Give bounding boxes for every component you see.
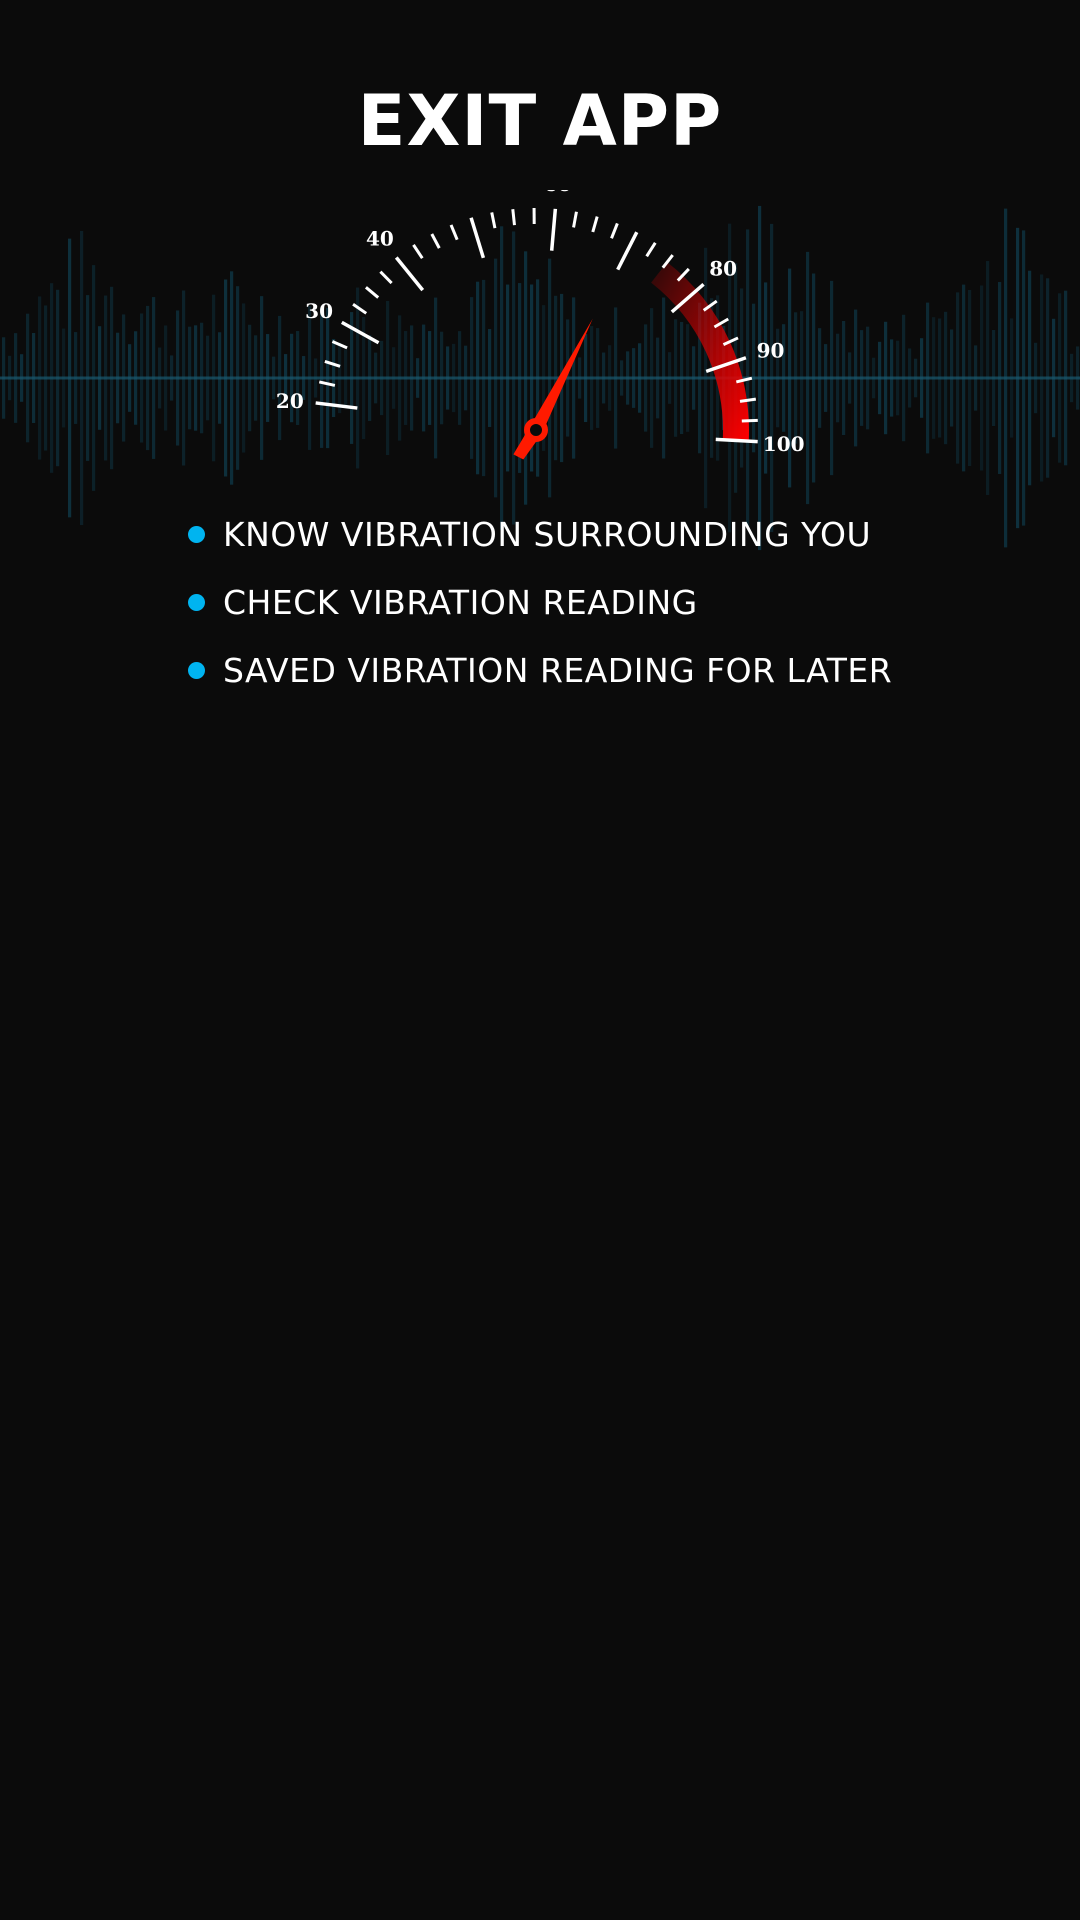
gauge-major-tick [549, 208, 558, 251]
gauge-minor-tick [741, 418, 758, 423]
gauge-major-tick [715, 437, 758, 444]
gauge-tick-label: 20 [276, 389, 304, 413]
gauge-minor-tick [430, 233, 441, 249]
gauge-minor-tick [572, 211, 578, 228]
gauge-needle [513, 318, 593, 460]
gauge-tick-label: 30 [305, 299, 333, 323]
gauge-needle-shape [513, 318, 593, 460]
gauge-tick-label: 40 [366, 226, 394, 250]
feature-text: CHECK VIBRATION READING [223, 582, 698, 622]
gauge-major-tick [616, 231, 639, 271]
feature-item: SAVED VIBRATION READING FOR LATER [188, 636, 892, 704]
gauge-minor-tick [511, 209, 516, 226]
gauge-tick-label: 90 [757, 338, 785, 362]
bullet-dot-icon [188, 661, 205, 679]
gauge-minor-tick [412, 244, 424, 260]
vibration-gauge: 20 30 40 60 80 90 100 [276, 190, 805, 460]
exit-app-screen: { "screen": { "title": "EXIT APP" }, "ga… [0, 0, 1080, 1920]
gauge-tick-label: 60 [544, 190, 572, 196]
gauge-minor-tick [318, 380, 336, 387]
feature-list: KNOW VIBRATION SURROUNDING YOU CHECK VIB… [188, 500, 892, 704]
gauge-tick-label: 100 [763, 432, 805, 456]
gauge-tick-label: 80 [709, 256, 737, 280]
feature-item: CHECK VIBRATION READING [188, 568, 892, 636]
gauge-minor-tick [379, 270, 393, 285]
gauge-minor-tick [324, 359, 341, 368]
gauge-minor-tick [591, 216, 599, 233]
feature-text: KNOW VIBRATION SURROUNDING YOU [223, 514, 872, 554]
feature-item: KNOW VIBRATION SURROUNDING YOU [188, 500, 892, 568]
gauge-minor-tick [610, 222, 619, 239]
gauge-major-tick [394, 256, 425, 292]
gauge-minor-tick [352, 303, 368, 315]
gauge-major-tick [469, 217, 486, 259]
gauge-major-tick [340, 320, 380, 345]
gauge-minor-tick [449, 224, 459, 241]
feature-text: SAVED VIBRATION READING FOR LATER [223, 650, 893, 690]
bullet-dot-icon [188, 593, 205, 611]
gauge-minor-tick [645, 241, 657, 258]
gauge-minor-tick [490, 212, 497, 229]
bullet-dot-icon [188, 525, 205, 543]
gauge-major-tick [315, 401, 358, 410]
gauge-minor-tick [364, 286, 380, 299]
gauge-minor-tick [331, 340, 348, 350]
gauge-needle-hub [524, 418, 548, 442]
